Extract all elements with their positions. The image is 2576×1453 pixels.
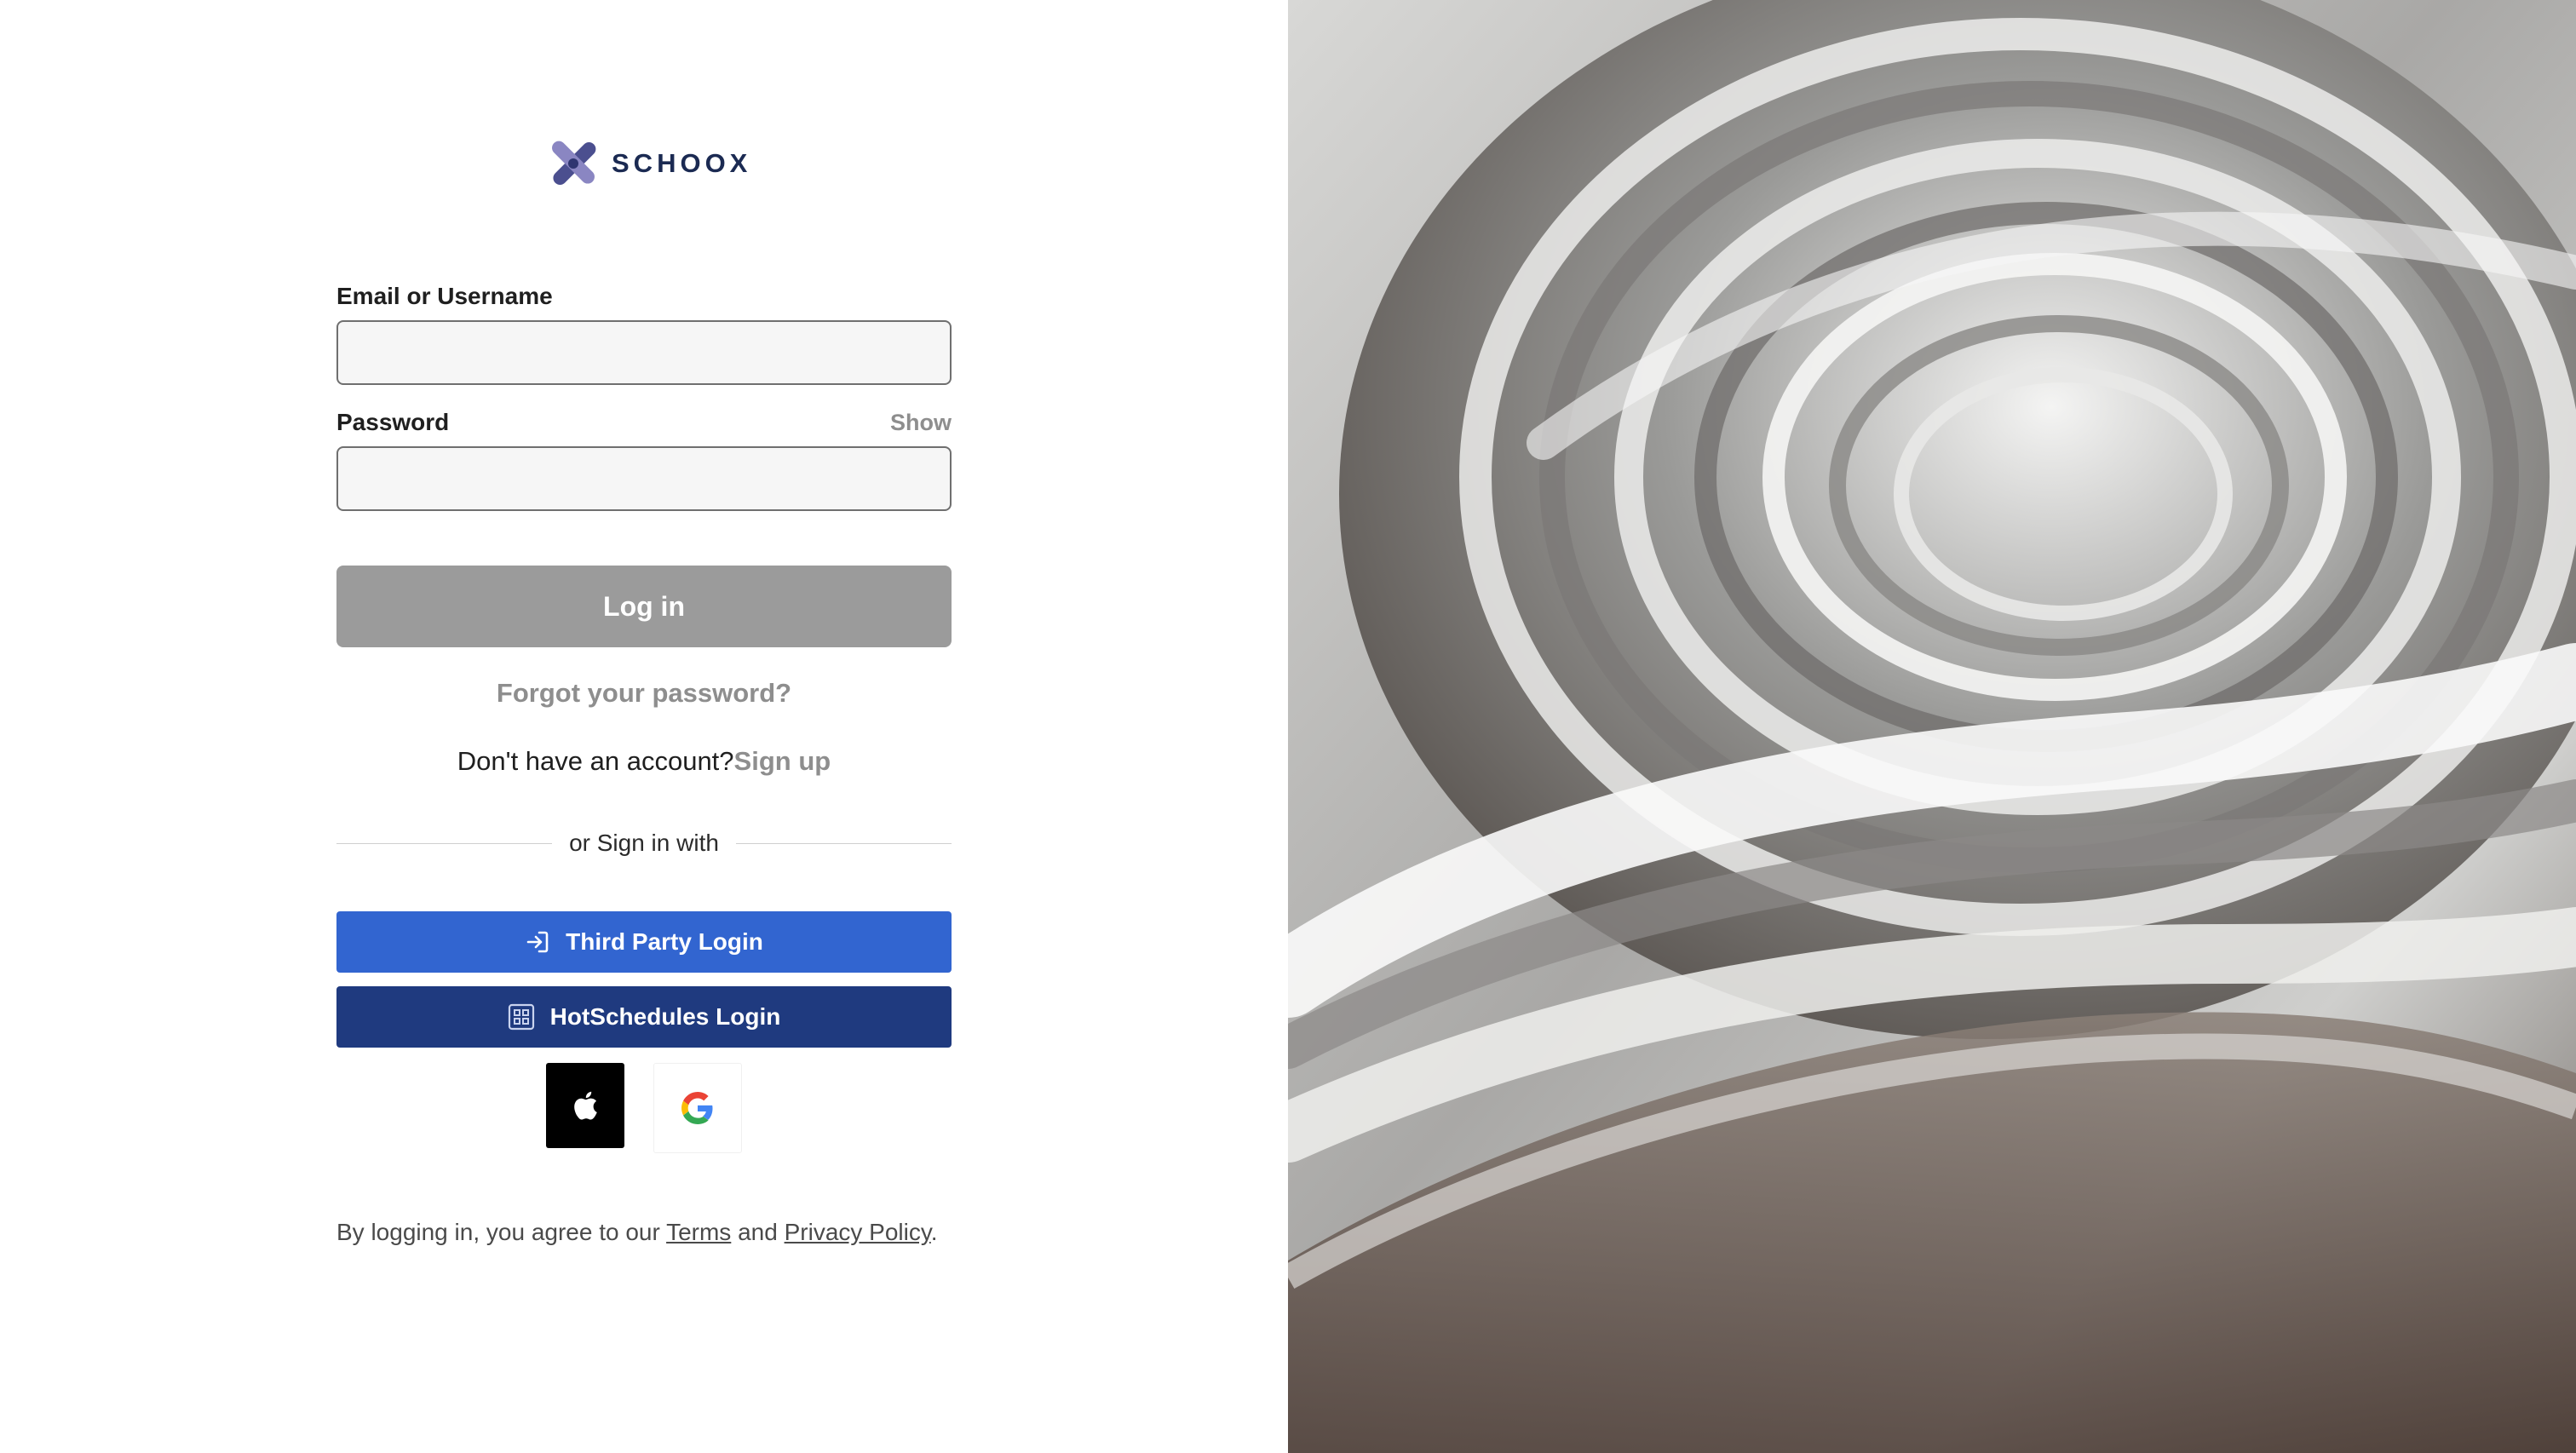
privacy-policy-link[interactable]: Privacy Policy — [785, 1219, 931, 1245]
third-party-login-label: Third Party Login — [566, 928, 763, 955]
login-panel: SCHOOX Email or Username Password Show L… — [0, 0, 1288, 1453]
legal-suffix: . — [930, 1219, 938, 1245]
divider-text: or Sign in with — [569, 830, 719, 856]
forgot-password-link[interactable]: Forgot your password? — [336, 678, 952, 709]
google-login-button[interactable] — [653, 1063, 742, 1153]
password-label: Password — [336, 409, 450, 435]
legal-prefix: By logging in, you agree to our — [336, 1219, 667, 1245]
password-input[interactable] — [336, 446, 952, 511]
sign-in-with-divider: or Sign in with — [336, 830, 952, 857]
signup-link[interactable]: Sign up — [734, 746, 831, 776]
apple-login-button[interactable] — [546, 1063, 624, 1148]
show-password-toggle[interactable]: Show — [890, 407, 952, 438]
legal-text: By logging in, you agree to our Terms an… — [336, 1215, 952, 1249]
hotschedules-login-label: HotSchedules Login — [549, 1003, 781, 1030]
metallic-swirl-image — [1288, 0, 2576, 1453]
divider-line-left — [336, 842, 553, 844]
password-label-row: Password Show — [336, 407, 952, 438]
social-login-row — [336, 1063, 952, 1153]
login-form: Email or Username Password Show Log in F… — [336, 281, 952, 1249]
login-arrow-icon — [525, 929, 550, 955]
legal-and: and — [731, 1219, 785, 1245]
email-input[interactable] — [336, 320, 952, 385]
hotschedules-login-button[interactable]: HotSchedules Login — [336, 986, 952, 1048]
schoox-logo: SCHOOX — [549, 138, 751, 189]
hotschedules-icon — [508, 1003, 535, 1031]
google-icon — [681, 1092, 713, 1124]
third-party-login-button[interactable]: Third Party Login — [336, 911, 952, 973]
hero-image — [1288, 0, 2576, 1453]
divider-line-right — [735, 842, 952, 844]
login-page: SCHOOX Email or Username Password Show L… — [0, 0, 2576, 1453]
signup-row: Don't have an account?Sign up — [336, 746, 952, 777]
email-label: Email or Username — [336, 283, 553, 309]
terms-link[interactable]: Terms — [666, 1219, 731, 1245]
schoox-logo-icon — [552, 141, 596, 185]
brand-name: SCHOOX — [612, 148, 752, 178]
no-account-text: Don't have an account? — [457, 746, 734, 776]
login-button[interactable]: Log in — [336, 566, 952, 647]
apple-icon — [574, 1091, 597, 1120]
